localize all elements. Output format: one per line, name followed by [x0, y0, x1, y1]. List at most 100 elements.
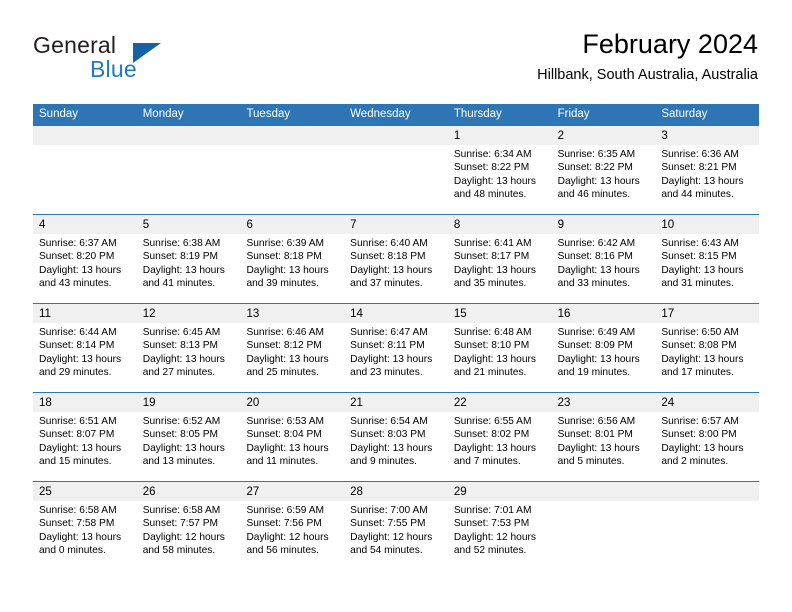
- day-cell[interactable]: 22 Sunrise: 6:55 AM Sunset: 8:02 PM Dayl…: [447, 393, 552, 481]
- day-cell[interactable]: 5 Sunrise: 6:38 AM Sunset: 8:19 PM Dayli…: [136, 215, 241, 303]
- day-number-band: 27: [240, 482, 345, 501]
- day-cell[interactable]: 21 Sunrise: 6:54 AM Sunset: 8:03 PM Dayl…: [344, 393, 448, 481]
- calendar-page: General Blue February 2024 Hillbank, Sou…: [0, 0, 792, 612]
- day-number-band: 11: [33, 304, 137, 323]
- day-number: [655, 486, 661, 498]
- day-cell[interactable]: 4 Sunrise: 6:37 AM Sunset: 8:20 PM Dayli…: [33, 215, 137, 303]
- daylight-text-line1: Daylight: 13 hours: [661, 353, 744, 365]
- day-number: 4: [39, 219, 46, 231]
- day-number: [33, 130, 39, 142]
- day-cell[interactable]: 28 Sunrise: 7:00 AM Sunset: 7:55 PM Dayl…: [344, 482, 448, 570]
- day-cell[interactable]: 6 Sunrise: 6:39 AM Sunset: 8:18 PM Dayli…: [240, 215, 345, 303]
- day-cell[interactable]: 3 Sunrise: 6:36 AM Sunset: 8:21 PM Dayli…: [655, 126, 760, 214]
- day-cell[interactable]: 24 Sunrise: 6:57 AM Sunset: 8:00 PM Dayl…: [655, 393, 760, 481]
- daylight-text-line2: and 9 minutes.: [350, 456, 417, 468]
- daylight-text-line1: Daylight: 13 hours: [350, 353, 433, 365]
- sunrise-text: Sunrise: 6:40 AM: [350, 238, 428, 249]
- day-details: Sunrise: 6:42 AM Sunset: 8:16 PM Dayligh…: [552, 234, 656, 291]
- day-cell[interactable]: 23 Sunrise: 6:56 AM Sunset: 8:01 PM Dayl…: [551, 393, 656, 481]
- day-cell[interactable]: 7 Sunrise: 6:40 AM Sunset: 8:18 PM Dayli…: [344, 215, 448, 303]
- week-row: 1 Sunrise: 6:34 AM Sunset: 8:22 PM Dayli…: [33, 125, 760, 214]
- sunrise-text: Sunrise: 6:59 AM: [246, 505, 325, 516]
- daylight-text-line1: Daylight: 13 hours: [246, 442, 329, 454]
- day-number: 19: [142, 397, 156, 409]
- day-cell[interactable]: 26 Sunrise: 6:58 AM Sunset: 7:57 PM Dayl…: [136, 482, 241, 570]
- sunrise-text: Sunrise: 6:43 AM: [661, 238, 739, 249]
- day-cell[interactable]: 19 Sunrise: 6:52 AM Sunset: 8:05 PM Dayl…: [136, 393, 241, 481]
- day-number: 17: [661, 308, 675, 320]
- sunrise-text: Sunrise: 6:45 AM: [142, 327, 221, 338]
- day-number: 8: [453, 219, 461, 231]
- sunrise-text: Sunrise: 6:37 AM: [39, 238, 117, 249]
- day-number: 7: [350, 219, 357, 231]
- daylight-text-line2: and 2 minutes.: [661, 456, 729, 468]
- sunrise-text: Sunrise: 6:35 AM: [557, 149, 636, 160]
- day-details: Sunrise: 6:37 AM Sunset: 8:20 PM Dayligh…: [33, 234, 137, 291]
- sunrise-text: Sunrise: 6:38 AM: [142, 238, 221, 249]
- day-cell[interactable]: 12 Sunrise: 6:45 AM Sunset: 8:13 PM Dayl…: [136, 304, 241, 392]
- daylight-text-line2: and 21 minutes.: [453, 367, 527, 379]
- day-cell[interactable]: 18 Sunrise: 6:51 AM Sunset: 8:07 PM Dayl…: [33, 393, 137, 481]
- day-number: 27: [246, 486, 260, 498]
- day-cell[interactable]: 25 Sunrise: 6:58 AM Sunset: 7:58 PM Dayl…: [33, 482, 137, 570]
- daylight-text-line1: Daylight: 13 hours: [39, 264, 122, 276]
- day-cell[interactable]: 17 Sunrise: 6:50 AM Sunset: 8:08 PM Dayl…: [655, 304, 760, 392]
- day-details: Sunrise: 7:01 AM Sunset: 7:53 PM Dayligh…: [448, 501, 552, 558]
- daylight-text-line1: Daylight: 13 hours: [142, 442, 225, 454]
- day-number-band: [136, 126, 241, 145]
- weekday-header-wednesday: Wednesday: [350, 108, 411, 120]
- sunrise-text: Sunrise: 6:57 AM: [661, 416, 739, 427]
- daylight-text-line1: Daylight: 13 hours: [661, 264, 744, 276]
- day-cell[interactable]: 2 Sunrise: 6:35 AM Sunset: 8:22 PM Dayli…: [551, 126, 656, 214]
- daylight-text-line2: and 23 minutes.: [350, 367, 423, 379]
- sunrise-text: Sunrise: 6:58 AM: [142, 505, 221, 516]
- day-cell: [551, 482, 656, 570]
- day-cell: [136, 126, 241, 214]
- day-number: 2: [557, 130, 564, 142]
- day-cell[interactable]: 15 Sunrise: 6:48 AM Sunset: 8:10 PM Dayl…: [447, 304, 552, 392]
- day-cell[interactable]: 20 Sunrise: 6:53 AM Sunset: 8:04 PM Dayl…: [240, 393, 345, 481]
- day-cell[interactable]: 14 Sunrise: 6:47 AM Sunset: 8:11 PM Dayl…: [344, 304, 448, 392]
- weekday-header-sunday: Sunday: [39, 108, 79, 120]
- daylight-text-line2: and 11 minutes.: [246, 456, 319, 468]
- day-cell[interactable]: 29 Sunrise: 7:01 AM Sunset: 7:53 PM Dayl…: [447, 482, 552, 570]
- day-number: [552, 486, 558, 498]
- daylight-text-line1: Daylight: 12 hours: [350, 531, 433, 543]
- day-cell[interactable]: 27 Sunrise: 6:59 AM Sunset: 7:56 PM Dayl…: [240, 482, 345, 570]
- day-details: Sunrise: 6:36 AM Sunset: 8:21 PM Dayligh…: [655, 145, 759, 202]
- sunset-text: Sunset: 8:22 PM: [453, 162, 530, 174]
- general-blue-logo[interactable]: General Blue: [33, 32, 253, 90]
- day-number-band: 24: [655, 393, 760, 412]
- weekday-header-saturday: Saturday: [661, 108, 708, 120]
- day-number: [344, 130, 350, 142]
- week-row: 11 Sunrise: 6:44 AM Sunset: 8:14 PM Dayl…: [33, 303, 760, 392]
- day-number: 11: [39, 308, 51, 320]
- day-cell[interactable]: 9 Sunrise: 6:42 AM Sunset: 8:16 PM Dayli…: [551, 215, 656, 303]
- sunset-text: Sunset: 7:57 PM: [142, 518, 219, 530]
- daylight-text-line2: and 46 minutes.: [557, 189, 631, 201]
- day-number-band: 25: [33, 482, 137, 501]
- weekday-header-row: Sunday Monday Tuesday Wednesday Thursday…: [33, 104, 759, 125]
- day-cell[interactable]: 13 Sunrise: 6:46 AM Sunset: 8:12 PM Dayl…: [240, 304, 345, 392]
- daylight-text-line1: Daylight: 13 hours: [453, 264, 536, 276]
- daylight-text-line1: Daylight: 13 hours: [453, 353, 536, 365]
- day-cell[interactable]: 10 Sunrise: 6:43 AM Sunset: 8:15 PM Dayl…: [655, 215, 760, 303]
- day-number-band: 22: [447, 393, 552, 412]
- day-number: 23: [557, 397, 571, 409]
- sunset-text: Sunset: 8:18 PM: [246, 251, 322, 263]
- sunset-text: Sunset: 8:07 PM: [39, 429, 115, 441]
- sunset-text: Sunset: 8:09 PM: [557, 340, 633, 352]
- day-cell[interactable]: 1 Sunrise: 6:34 AM Sunset: 8:22 PM Dayli…: [447, 126, 552, 214]
- day-cell[interactable]: 11 Sunrise: 6:44 AM Sunset: 8:14 PM Dayl…: [33, 304, 137, 392]
- sunrise-text: Sunrise: 6:49 AM: [557, 327, 636, 338]
- day-details: Sunrise: 6:39 AM Sunset: 8:18 PM Dayligh…: [240, 234, 344, 291]
- day-details: Sunrise: 6:35 AM Sunset: 8:22 PM Dayligh…: [552, 145, 656, 202]
- page-title: February 2024: [582, 29, 758, 59]
- daylight-text-line1: Daylight: 13 hours: [557, 264, 640, 276]
- sunset-text: Sunset: 8:20 PM: [39, 251, 115, 263]
- daylight-text-line1: Daylight: 13 hours: [142, 353, 225, 365]
- day-number: 3: [661, 130, 668, 142]
- day-cell[interactable]: 16 Sunrise: 6:49 AM Sunset: 8:09 PM Dayl…: [551, 304, 656, 392]
- day-number-band: 10: [655, 215, 760, 234]
- day-cell[interactable]: 8 Sunrise: 6:41 AM Sunset: 8:17 PM Dayli…: [447, 215, 552, 303]
